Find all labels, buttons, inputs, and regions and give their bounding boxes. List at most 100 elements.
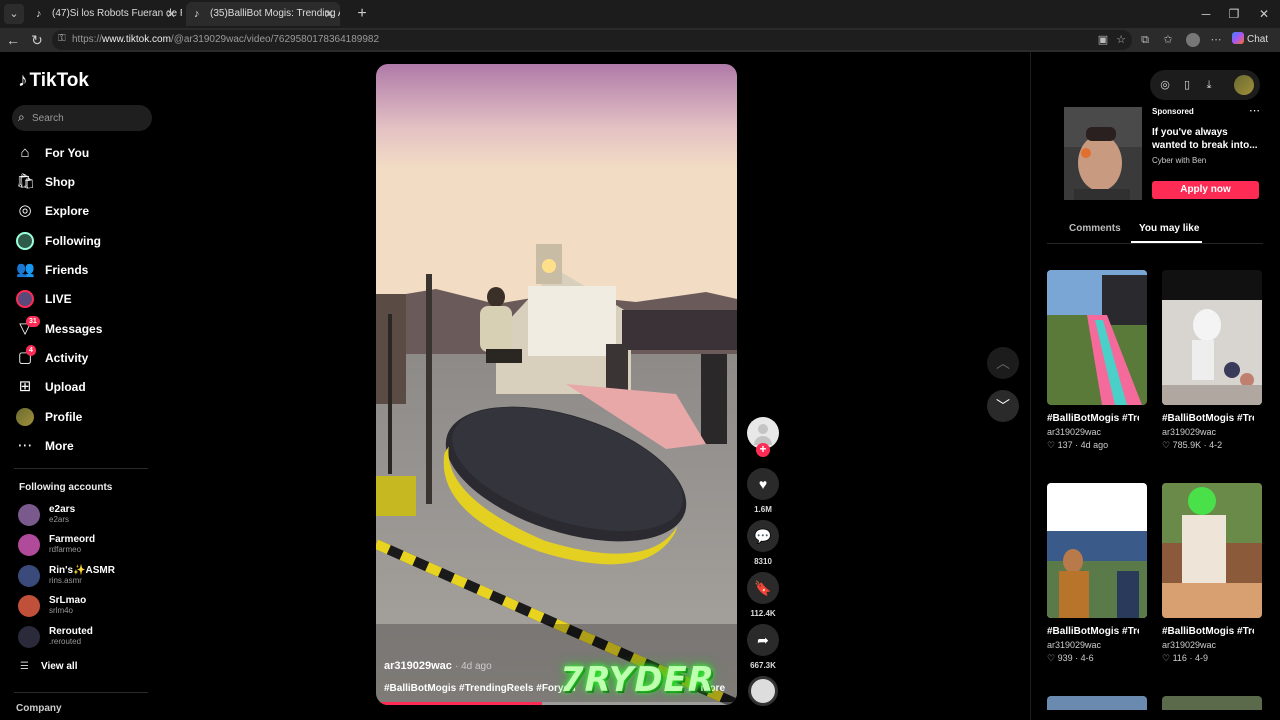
heart-icon[interactable]: ♥ — [747, 468, 779, 500]
avatar — [18, 534, 40, 556]
video-author[interactable]: ar319029wac · 4d ago — [384, 660, 492, 672]
nav-shop[interactable]: 🛍 Shop — [14, 169, 154, 195]
tiktok-logo[interactable]: ♪ TikTok — [18, 70, 89, 92]
search-input[interactable] — [32, 110, 142, 126]
company-link[interactable]: Company — [16, 703, 62, 714]
previous-video-chevron-up-icon[interactable]: ︿ — [987, 347, 1019, 379]
card-title: #BalliBotMogis #TrendingReels... — [1162, 413, 1254, 424]
device-icon[interactable]: ▯ — [1180, 78, 1194, 92]
following-account[interactable]: Rin's✨ASMR rins.asmr — [18, 563, 158, 589]
following-account[interactable]: e2ars e2ars — [18, 502, 158, 528]
following-account[interactable]: Farmeord rdfarmeo — [18, 532, 158, 558]
share-action[interactable]: ➦ 667.3K — [747, 624, 779, 670]
recommended-video-card[interactable]: #BalliBotMogis #TrendingReels... ar31902… — [1047, 270, 1148, 451]
nav-activity[interactable]: ▢ 4 Activity — [14, 345, 154, 371]
video-thumbnail[interactable] — [1162, 483, 1262, 618]
browser-tab-robots[interactable]: ♪ (47)Si los Robots Fueran de R.D: L ✕ — [28, 2, 182, 26]
compass-icon[interactable]: ◎ — [1158, 78, 1172, 92]
following-account[interactable]: Rerouted .rerouted — [18, 624, 158, 650]
nav-more[interactable]: ⋯ More — [14, 433, 154, 459]
video-thumbnail[interactable] — [1047, 483, 1147, 618]
nav-upload[interactable]: ⊞ Upload — [14, 374, 154, 400]
card-author[interactable]: ar319029wac — [1162, 427, 1263, 437]
favorites-icon[interactable]: ✩ — [1161, 33, 1175, 47]
following-account[interactable]: SrLmao srlm4o — [18, 593, 158, 619]
tab-list-chevron-icon[interactable]: ⌄ — [4, 4, 24, 24]
url-field[interactable]: ⚿ https://www.tiktok.com/@ar319029wac/vi… — [52, 30, 1132, 50]
recommended-video-card[interactable]: #BalliBotMogis #TrendingReels... ar31902… — [1162, 270, 1263, 451]
comment-action[interactable]: 💬 8310 — [747, 520, 779, 566]
close-tab-icon[interactable]: ✕ — [166, 2, 176, 26]
next-video-chevron-down-icon[interactable]: ﹀ — [987, 390, 1019, 422]
close-tab-icon[interactable]: ✕ — [324, 2, 334, 26]
card-author[interactable]: ar319029wac — [1162, 640, 1263, 650]
thumbnail-image — [1162, 483, 1262, 618]
account-name: Farmeord — [49, 534, 96, 545]
ad-thumbnail[interactable] — [1064, 107, 1142, 200]
partial-video-thumbnail[interactable] — [1162, 696, 1262, 710]
reader-view-icon[interactable]: ▣ — [1096, 33, 1110, 47]
restore-icon[interactable]: ❐ — [1220, 4, 1248, 24]
ad-title[interactable]: If you've always wanted to break into... — [1152, 126, 1264, 152]
browser-tab-ballibot[interactable]: ♪ (35)BalliBot Mogis: Trending AI Ro ✕ — [186, 2, 340, 26]
card-author[interactable]: ar319029wac — [1047, 427, 1148, 437]
sponsored-label: Sponsored — [1152, 107, 1194, 116]
favorite-star-icon[interactable]: ☆ — [1114, 33, 1128, 47]
ad-brand: Cyber with Ben — [1152, 156, 1207, 165]
search-box[interactable]: ⌕ — [12, 105, 152, 131]
list-icon: ☰ — [20, 661, 29, 672]
follow-plus-button[interactable]: + — [756, 443, 770, 457]
recommended-video-card[interactable]: #BalliBotMogis #TrendingReels... ar31902… — [1047, 483, 1148, 664]
card-author[interactable]: ar319029wac — [1047, 640, 1148, 650]
compass-icon: ◎ — [18, 202, 32, 219]
search-icon: ⌕ — [18, 110, 25, 124]
video-caption[interactable]: #BalliBotMogis #TrendingReels #Foryou — [384, 683, 576, 694]
save-action[interactable]: 🔖 112.4K — [747, 572, 779, 618]
ad-more-options-icon[interactable]: ⋯ — [1249, 104, 1260, 117]
new-tab-plus-icon[interactable]: + — [352, 4, 372, 24]
sound-disc-icon[interactable] — [748, 676, 778, 706]
nav-explore[interactable]: ◎ Explore — [14, 198, 154, 224]
nav-friends[interactable]: 👥 Friends — [14, 257, 154, 283]
browser-tab-bar: ⌄ ♪ (47)Si los Robots Fueran de R.D: L ✕… — [0, 0, 1280, 28]
video-player[interactable]: ar319029wac · 4d ago #BalliBotMogis #Tre… — [376, 64, 737, 705]
account-handle: rdfarmeo — [49, 545, 82, 554]
video-thumbnail[interactable] — [1162, 270, 1262, 405]
window-close-icon[interactable]: ✕ — [1250, 4, 1278, 24]
browser-profile-avatar[interactable] — [1186, 33, 1200, 47]
partial-video-thumbnail[interactable] — [1047, 696, 1147, 710]
home-icon: ⌂ — [20, 144, 30, 161]
comment-bubble-icon[interactable]: 💬 — [747, 520, 779, 552]
view-all-button[interactable]: ☰ View all — [20, 661, 77, 672]
site-info-icon[interactable]: ⚿ — [58, 33, 66, 44]
recommended-video-card[interactable]: #BalliBotMogis #TrendingReels... ar31902… — [1162, 483, 1263, 664]
account-handle: rins.asmr — [49, 576, 82, 585]
nav-label: Shop — [45, 175, 75, 189]
video-progress-bar[interactable] — [376, 702, 737, 705]
apply-now-button[interactable]: Apply now — [1152, 181, 1259, 199]
download-icon[interactable]: ⤓ — [1202, 78, 1216, 92]
back-arrow-icon[interactable]: ← — [3, 30, 23, 50]
nav-for-you[interactable]: ⌂ For You — [14, 140, 154, 166]
reload-icon[interactable]: ↻ — [27, 30, 47, 50]
nav-live[interactable]: LIVE — [14, 286, 154, 312]
nav-profile[interactable]: Profile — [14, 404, 154, 430]
like-action[interactable]: ♥ 1.6M — [747, 468, 779, 514]
right-panel: ◎ ▯ ⤓ Sponsored ⋯ If you've always wante… — [1030, 52, 1280, 720]
tab-comments[interactable]: Comments — [1069, 223, 1121, 234]
browser-menu-icon[interactable]: ⋯ — [1209, 33, 1223, 47]
video-thumbnail[interactable] — [1047, 270, 1147, 405]
extensions-icon[interactable]: ⧉ — [1138, 33, 1152, 47]
thumbnail-image — [1047, 483, 1147, 618]
friends-icon: 👥 — [16, 261, 35, 278]
bookmark-icon[interactable]: 🔖 — [747, 572, 779, 604]
copilot-chat-button[interactable]: Chat — [1232, 32, 1268, 45]
account-name: Rin's✨ASMR — [49, 565, 115, 576]
minimize-icon[interactable]: ─ — [1192, 4, 1220, 24]
ad-thumbnail-image — [1064, 107, 1142, 200]
user-avatar[interactable] — [1234, 75, 1254, 95]
nav-messages[interactable]: ▽ 31 Messages — [14, 316, 154, 342]
nav-following[interactable]: Following — [14, 228, 154, 254]
tab-you-may-like[interactable]: You may like — [1139, 223, 1199, 234]
share-arrow-icon[interactable]: ➦ — [747, 624, 779, 656]
